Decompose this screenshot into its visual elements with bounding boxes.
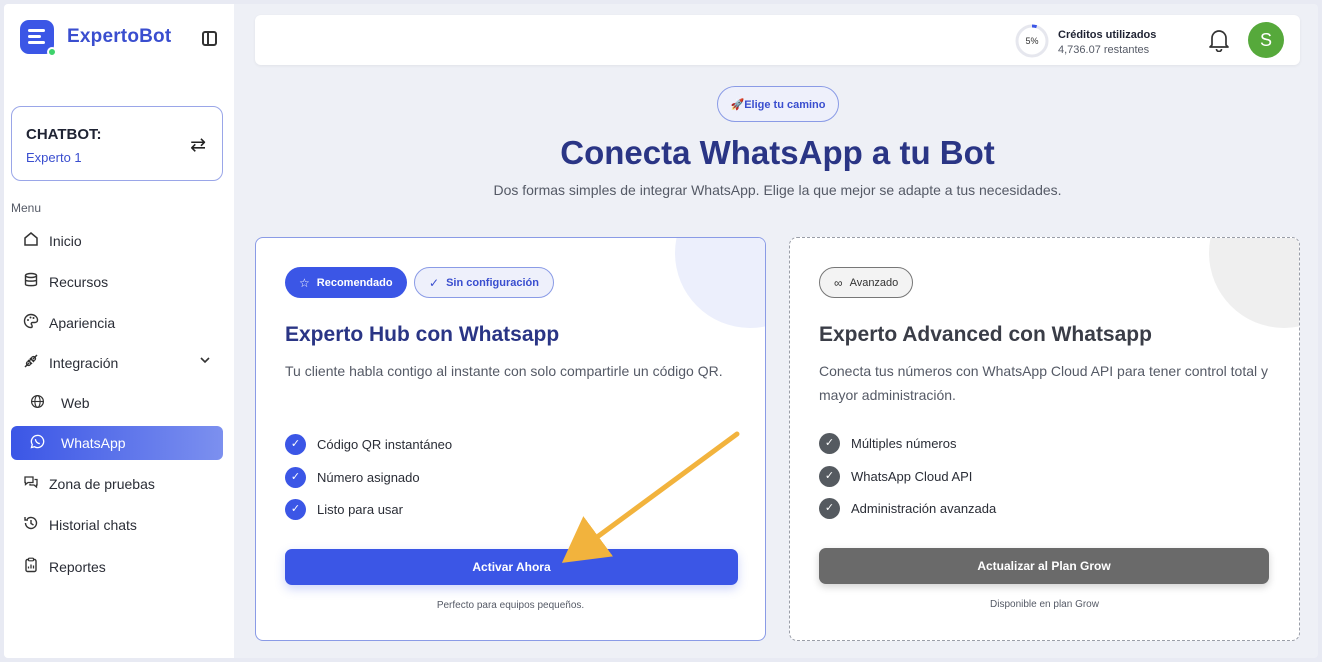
chatbot-selector[interactable]: CHATBOT: Experto 1 ⇄ <box>11 106 223 181</box>
swap-icon[interactable]: ⇄ <box>190 134 206 157</box>
sidebar-item-historial-chats[interactable]: Historial chats <box>11 508 223 542</box>
feature-label: Listo para usar <box>317 502 403 517</box>
chatbot-label: CHATBOT: <box>26 126 102 143</box>
feature-item: ✓ Código QR instantáneo <box>285 434 452 455</box>
check-circle-icon: ✓ <box>285 434 306 455</box>
feature-label: Múltiples números <box>851 436 957 451</box>
sidebar-item-apariencia[interactable]: Apariencia <box>11 306 223 340</box>
collapse-sidebar-icon[interactable] <box>202 31 217 46</box>
advanced-card-description: Conecta tus números con WhatsApp Cloud A… <box>819 363 1269 403</box>
check-circle-icon: ✓ <box>285 467 306 488</box>
feature-item: ✓ WhatsApp Cloud API <box>819 466 972 487</box>
chat-bubbles-icon <box>21 474 41 494</box>
advanced-plan-card: ∞ Avanzado Experto Advanced con Whatsapp… <box>789 237 1300 641</box>
sidebar-item-zona-de-pruebas[interactable]: Zona de pruebas <box>11 467 223 501</box>
infinity-icon: ∞ <box>834 275 843 290</box>
globe-icon <box>27 394 47 413</box>
avatar[interactable]: S <box>1248 22 1284 58</box>
check-circle-icon: ✓ <box>819 498 840 519</box>
choose-path-pill: 🚀Elige tu camino <box>717 86 839 122</box>
sidebar-item-label: Inicio <box>49 233 82 249</box>
page-subtitle: Dos formas simples de integrar WhatsApp.… <box>493 182 1062 198</box>
sidebar-item-label: Recursos <box>49 274 109 290</box>
check-circle-icon: ✓ <box>819 433 840 454</box>
check-icon: ✓ <box>429 275 440 290</box>
sidebar-item-label: Apariencia <box>49 315 116 331</box>
sidebar-item-label: Integración <box>49 355 119 371</box>
credits-percent: 5% <box>1025 36 1039 46</box>
credits-remaining: 4,736.07 restantes <box>1058 44 1150 56</box>
palette-icon <box>21 313 41 333</box>
sidebar-item-label: Reportes <box>49 559 106 575</box>
home-icon <box>21 231 41 251</box>
activate-now-button[interactable]: Activar Ahora <box>285 549 738 585</box>
feature-item: ✓ Administración avanzada <box>819 498 996 519</box>
chevron-down-icon[interactable] <box>199 354 211 369</box>
page-title: Conecta WhatsApp a tu Bot <box>560 134 995 171</box>
sidebar-item-whatsapp[interactable]: WhatsApp <box>11 426 223 460</box>
history-icon <box>21 515 41 535</box>
sidebar-item-recursos[interactable]: Recursos <box>11 265 223 299</box>
logo-icon <box>20 20 57 57</box>
feature-item: ✓ Múltiples números <box>819 433 957 454</box>
database-icon <box>21 272 41 292</box>
sidebar: ExpertoBot CHATBOT: Experto 1 ⇄ Menu Ini… <box>4 4 234 658</box>
check-circle-icon: ✓ <box>285 499 306 520</box>
hub-card-note: Perfecto para equipos pequeños. <box>436 600 585 611</box>
no-config-badge: ✓ Sin configuración <box>414 267 554 298</box>
recommended-badge: ☆ Recomendado <box>285 267 407 298</box>
star-icon: ☆ <box>299 275 310 290</box>
hub-card-description: Tu cliente habla contigo al instante con… <box>285 363 723 379</box>
app-name: ExpertoBot <box>67 26 172 47</box>
feature-label: Número asignado <box>317 470 420 485</box>
sidebar-item-reportes[interactable]: Reportes <box>11 550 223 584</box>
app-logo[interactable]: ExpertoBot <box>20 20 172 57</box>
feature-label: Administración avanzada <box>851 501 997 516</box>
hub-card-title: Experto Hub con Whatsapp <box>285 323 560 346</box>
credits-progress-ring: 5% <box>1015 24 1049 58</box>
advanced-card-note: Disponible en plan Grow <box>990 599 1099 610</box>
check-circle-icon: ✓ <box>819 466 840 487</box>
app-frame: ExpertoBot CHATBOT: Experto 1 ⇄ Menu Ini… <box>4 4 1318 658</box>
advanced-badge: ∞ Avanzado <box>819 267 914 298</box>
hub-plan-card: ☆ Recomendado ✓ Sin configuración Expert… <box>255 237 766 641</box>
plug-icon <box>21 353 41 373</box>
sidebar-item-inicio[interactable]: Inicio <box>11 224 223 258</box>
chatbot-name: Experto 1 <box>26 150 82 165</box>
sidebar-item-integracion[interactable]: Integración <box>11 346 223 380</box>
card-decoration <box>1209 238 1299 328</box>
badge-label: Avanzado <box>849 276 899 289</box>
feature-item: ✓ Listo para usar <box>285 499 403 520</box>
credits-title: Créditos utilizados <box>1058 29 1157 41</box>
sidebar-item-label: Zona de pruebas <box>49 476 155 492</box>
upgrade-plan-button[interactable]: Actualizar al Plan Grow <box>819 548 1269 584</box>
feature-label: Código QR instantáneo <box>317 437 453 452</box>
card-decoration <box>675 238 765 328</box>
badge-label: Sin configuración <box>446 276 539 289</box>
sidebar-item-label: Historial chats <box>49 517 137 533</box>
sidebar-item-label: WhatsApp <box>61 435 126 451</box>
topbar: 5% Créditos utilizados 4,736.07 restante… <box>255 15 1300 65</box>
feature-label: WhatsApp Cloud API <box>851 469 973 484</box>
clipboard-icon <box>21 557 41 577</box>
feature-item: ✓ Número asignado <box>285 467 420 488</box>
badge-label: Recomendado <box>316 276 393 289</box>
sidebar-item-web[interactable]: Web <box>11 386 223 420</box>
bell-icon[interactable] <box>1208 28 1230 53</box>
sidebar-item-label: Web <box>61 395 90 411</box>
advanced-card-title: Experto Advanced con Whatsapp <box>819 323 1152 346</box>
menu-section-label: Menu <box>11 201 42 215</box>
whatsapp-icon <box>27 434 47 453</box>
